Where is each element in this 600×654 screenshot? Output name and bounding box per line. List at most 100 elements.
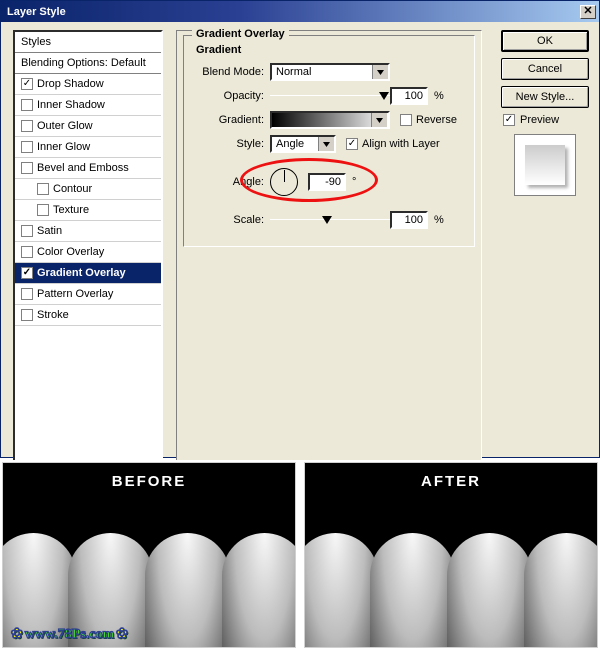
styles-header[interactable]: Styles (15, 32, 161, 53)
style-row: Style: Angle ✓ Align with Layer (190, 132, 468, 156)
opacity-slider[interactable] (270, 91, 390, 101)
gradient-section-label: Gradient (196, 44, 468, 56)
cancel-button[interactable]: Cancel (501, 58, 589, 80)
style-item-inner-shadow[interactable]: Inner Shadow (15, 95, 161, 116)
angle-label: Angle: (190, 176, 270, 188)
checkbox-icon (21, 288, 33, 300)
chevron-down-icon (318, 137, 334, 151)
watermark: ✿www.78Ps.com✿ (9, 626, 130, 643)
style-item-outer-glow[interactable]: Outer Glow (15, 116, 161, 137)
style-item-label: Inner Shadow (37, 99, 105, 111)
panel-title: Gradient Overlay (192, 28, 289, 40)
checkbox-icon (37, 204, 49, 216)
checkbox-icon (21, 225, 33, 237)
opacity-unit: % (434, 90, 444, 102)
gradient-label: Gradient: (190, 114, 270, 126)
style-item-drop-shadow[interactable]: ✓ Drop Shadow (15, 74, 161, 95)
style-item-bevel-and-emboss[interactable]: Bevel and Emboss (15, 158, 161, 179)
styles-header-label: Styles (21, 36, 51, 48)
angle-dial[interactable] (270, 168, 298, 196)
checkbox-icon (21, 246, 33, 258)
style-item-label: Bevel and Emboss (37, 162, 129, 174)
preview-label: Preview (520, 114, 559, 126)
checkbox-icon: ✓ (503, 114, 515, 126)
slider-thumb-icon (379, 92, 389, 100)
style-item-contour[interactable]: Contour (15, 179, 161, 200)
style-item-label: Drop Shadow (37, 78, 104, 90)
blend-mode-combo[interactable]: Normal (270, 63, 390, 81)
style-item-color-overlay[interactable]: Color Overlay (15, 242, 161, 263)
styles-list: Styles Blending Options: Default ✓ Drop S… (13, 30, 163, 462)
style-item-stroke[interactable]: Stroke (15, 305, 161, 326)
style-item-label: Outer Glow (37, 120, 93, 132)
style-combo[interactable]: Angle (270, 135, 336, 153)
flower-icon: ✿ (11, 626, 23, 643)
style-item-label: Inner Glow (37, 141, 90, 153)
watermark-text: www.78Ps.com (25, 627, 114, 642)
after-card: AFTER (304, 462, 598, 648)
opacity-input[interactable]: 100 (390, 87, 428, 105)
new-style-button[interactable]: New Style... (501, 86, 589, 108)
angle-row: Angle: -90 ° (190, 162, 468, 202)
scale-slider[interactable] (270, 215, 390, 225)
blending-options-header[interactable]: Blending Options: Default (15, 53, 161, 74)
checkbox-icon (400, 114, 412, 126)
flower-icon: ✿ (116, 626, 128, 643)
style-item-label: Gradient Overlay (37, 267, 126, 279)
layer-style-dialog: Layer Style ✕ Styles Blending Options: D… (0, 0, 600, 458)
before-label: BEFORE (3, 473, 295, 490)
chevron-down-icon (372, 65, 388, 79)
style-item-label: Satin (37, 225, 62, 237)
align-with-layer-checkbox[interactable]: ✓ Align with Layer (346, 138, 440, 150)
before-after-montage: BEFORE ✿www.78Ps.com✿ AFTER (0, 460, 600, 650)
slider-thumb-icon (322, 216, 332, 224)
style-item-pattern-overlay[interactable]: Pattern Overlay (15, 284, 161, 305)
after-artwork (304, 533, 598, 648)
checkbox-icon: ✓ (21, 78, 33, 90)
gradient-picker[interactable] (270, 111, 390, 129)
style-value: Angle (276, 138, 304, 150)
style-label: Style: (190, 138, 270, 150)
opacity-row: Opacity: 100 % (190, 84, 468, 108)
checkbox-icon (21, 162, 33, 174)
style-item-gradient-overlay[interactable]: ✓ Gradient Overlay (15, 263, 161, 284)
close-button[interactable]: ✕ (580, 5, 596, 19)
blending-options-label: Blending Options: Default (21, 57, 146, 69)
style-item-label: Texture (53, 204, 89, 216)
reverse-checkbox[interactable]: Reverse (400, 114, 457, 126)
style-item-texture[interactable]: Texture (15, 200, 161, 221)
scale-row: Scale: 100 % (190, 208, 468, 232)
style-item-label: Contour (53, 183, 92, 195)
checkbox-icon (21, 141, 33, 153)
preview-thumbnail (514, 134, 576, 196)
ok-button[interactable]: OK (501, 30, 589, 52)
checkbox-icon (21, 309, 33, 321)
style-item-label: Stroke (37, 309, 69, 321)
style-item-inner-glow[interactable]: Inner Glow (15, 137, 161, 158)
titlebar: Layer Style ✕ (1, 1, 599, 22)
blend-mode-label: Blend Mode: (190, 66, 270, 78)
scale-input[interactable]: 100 (390, 211, 428, 229)
scale-unit: % (434, 214, 444, 226)
style-item-label: Pattern Overlay (37, 288, 113, 300)
blend-mode-value: Normal (276, 66, 311, 78)
angle-unit: ° (352, 176, 356, 188)
dialog-buttons-column: OK Cancel New Style... ✓ Preview (501, 30, 589, 196)
after-label: AFTER (305, 473, 597, 490)
angle-input[interactable]: -90 (308, 173, 346, 191)
preview-checkbox[interactable]: ✓ Preview (503, 114, 589, 126)
align-label: Align with Layer (362, 138, 440, 150)
before-card: BEFORE ✿www.78Ps.com✿ (2, 462, 296, 648)
checkbox-icon (21, 120, 33, 132)
blend-mode-row: Blend Mode: Normal (190, 60, 468, 84)
dialog-title: Layer Style (7, 6, 66, 18)
checkbox-icon: ✓ (21, 267, 33, 279)
checkbox-icon: ✓ (346, 138, 358, 150)
style-item-satin[interactable]: Satin (15, 221, 161, 242)
style-item-label: Color Overlay (37, 246, 104, 258)
dialog-body: Styles Blending Options: Default ✓ Drop S… (1, 22, 599, 457)
checkbox-icon (37, 183, 49, 195)
close-icon: ✕ (583, 6, 592, 17)
chevron-down-icon (371, 113, 387, 127)
opacity-label: Opacity: (190, 90, 270, 102)
